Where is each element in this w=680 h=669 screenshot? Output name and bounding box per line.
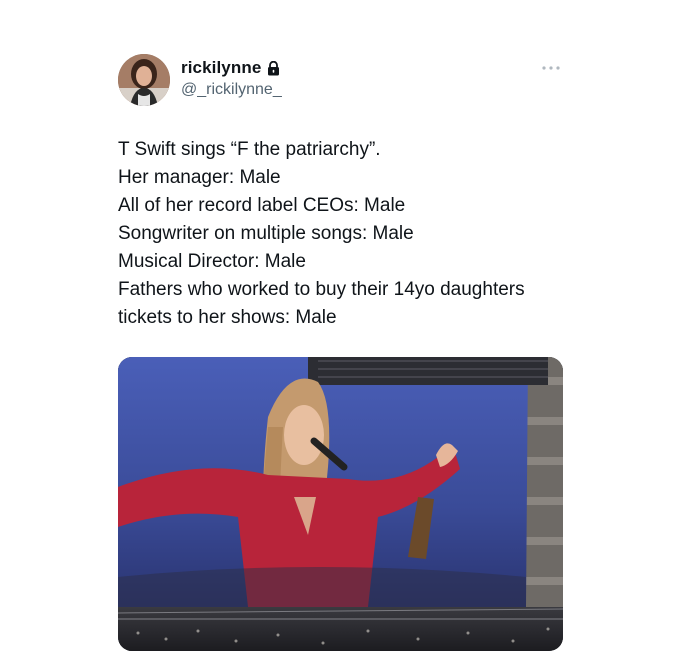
concert-photo: [118, 357, 563, 651]
tweet-text: T Swift sings “F the patriarchy”. Her ma…: [118, 136, 578, 332]
avatar[interactable]: [118, 54, 170, 106]
author-row: rickilynne: [181, 58, 280, 78]
tweet-line: Fathers who worked to buy their 14yo dau…: [118, 279, 525, 300]
display-name[interactable]: rickilynne: [181, 58, 261, 78]
lock-icon: [268, 60, 280, 75]
author-handle[interactable]: @_rickilynne_: [181, 81, 282, 99]
tweet-line: T Swift sings “F the patriarchy”.: [118, 139, 381, 160]
tweet-line: All of her record label CEOs: Male: [118, 195, 406, 216]
tweet-media[interactable]: [118, 357, 563, 651]
tweet-line: Her manager: Male: [118, 167, 281, 188]
tweet-line: Musical Director: Male: [118, 251, 306, 272]
tweet-line: tickets to her shows: Male: [118, 307, 337, 328]
tweet-line: Songwriter on multiple songs: Male: [118, 223, 414, 244]
more-options-icon[interactable]: [540, 64, 562, 72]
profile-photo: [118, 54, 170, 106]
